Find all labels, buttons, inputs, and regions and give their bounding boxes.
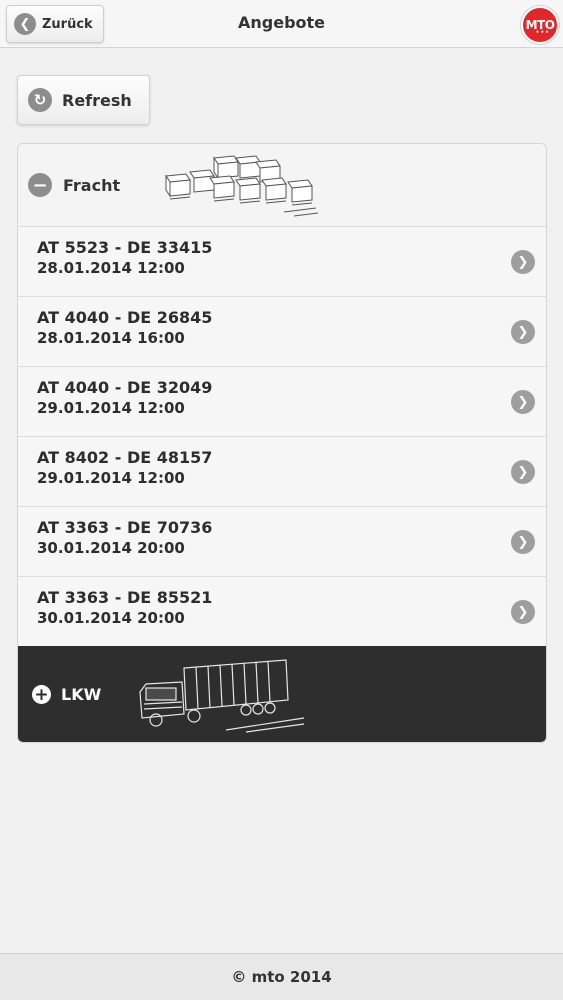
list-item[interactable]: AT 4040 - DE 26845 28.01.2014 16:00 ❯ xyxy=(18,296,546,366)
offer-route: AT 8402 - DE 48157 xyxy=(37,448,213,467)
chevron-right-icon: ❯ xyxy=(511,390,535,414)
refresh-button-label: Refresh xyxy=(62,90,132,110)
offer-route: AT 4040 - DE 32049 xyxy=(37,378,213,397)
chevron-right-icon: ❯ xyxy=(511,460,535,484)
offer-date: 28.01.2014 16:00 xyxy=(37,329,185,347)
chevron-right-icon: ❯ xyxy=(511,530,535,554)
offers-collapsible-set: − Fracht AT 5523 - DE 33415 28.01.2014 1… xyxy=(17,143,547,743)
list-item[interactable]: AT 4040 - DE 32049 29.01.2014 12:00 ❯ xyxy=(18,366,546,436)
offer-date: 30.01.2014 20:00 xyxy=(37,539,185,557)
page-title: Angebote xyxy=(237,13,326,32)
plus-circle-icon: + xyxy=(32,685,51,705)
chevron-right-icon: ❯ xyxy=(511,250,535,274)
section-header-lkw[interactable]: + LKW xyxy=(18,646,546,742)
section-label-fracht: Fracht xyxy=(63,175,121,195)
refresh-icon: ↻ xyxy=(28,88,52,112)
mto-logo: MTO ••• xyxy=(521,6,559,44)
section-label-lkw: LKW xyxy=(61,685,102,704)
chevron-right-icon: ❯ xyxy=(511,320,535,344)
list-item[interactable]: AT 8402 - DE 48157 29.01.2014 12:00 ❯ xyxy=(18,436,546,506)
offer-route: AT 5523 - DE 33415 xyxy=(37,238,213,257)
refresh-button[interactable]: ↻ Refresh xyxy=(17,75,150,125)
offer-route: AT 4040 - DE 26845 xyxy=(37,308,213,327)
truck-illustration xyxy=(139,659,305,733)
cargo-boxes-illustration xyxy=(165,155,319,217)
offer-date: 28.01.2014 12:00 xyxy=(37,259,185,277)
offer-date: 30.01.2014 20:00 xyxy=(37,609,185,627)
logo-dots: ••• xyxy=(535,29,550,36)
list-item[interactable]: AT 5523 - DE 33415 28.01.2014 12:00 ❯ xyxy=(18,226,546,296)
list-item[interactable]: AT 3363 - DE 70736 30.01.2014 20:00 ❯ xyxy=(18,506,546,576)
offer-route: AT 3363 - DE 70736 xyxy=(37,518,213,537)
chevron-right-icon: ❯ xyxy=(511,600,535,624)
footer-copyright: © mto 2014 xyxy=(0,953,563,1000)
list-item[interactable]: AT 3363 - DE 85521 30.01.2014 20:00 ❯ xyxy=(18,576,546,646)
offer-route: AT 3363 - DE 85521 xyxy=(37,588,213,607)
header-bar: ❮ Zurück Angebote MTO ••• xyxy=(0,0,563,48)
minus-circle-icon: − xyxy=(28,173,52,197)
offer-date: 29.01.2014 12:00 xyxy=(37,469,185,487)
section-header-fracht[interactable]: − Fracht xyxy=(18,144,546,226)
offer-date: 29.01.2014 12:00 xyxy=(37,399,185,417)
